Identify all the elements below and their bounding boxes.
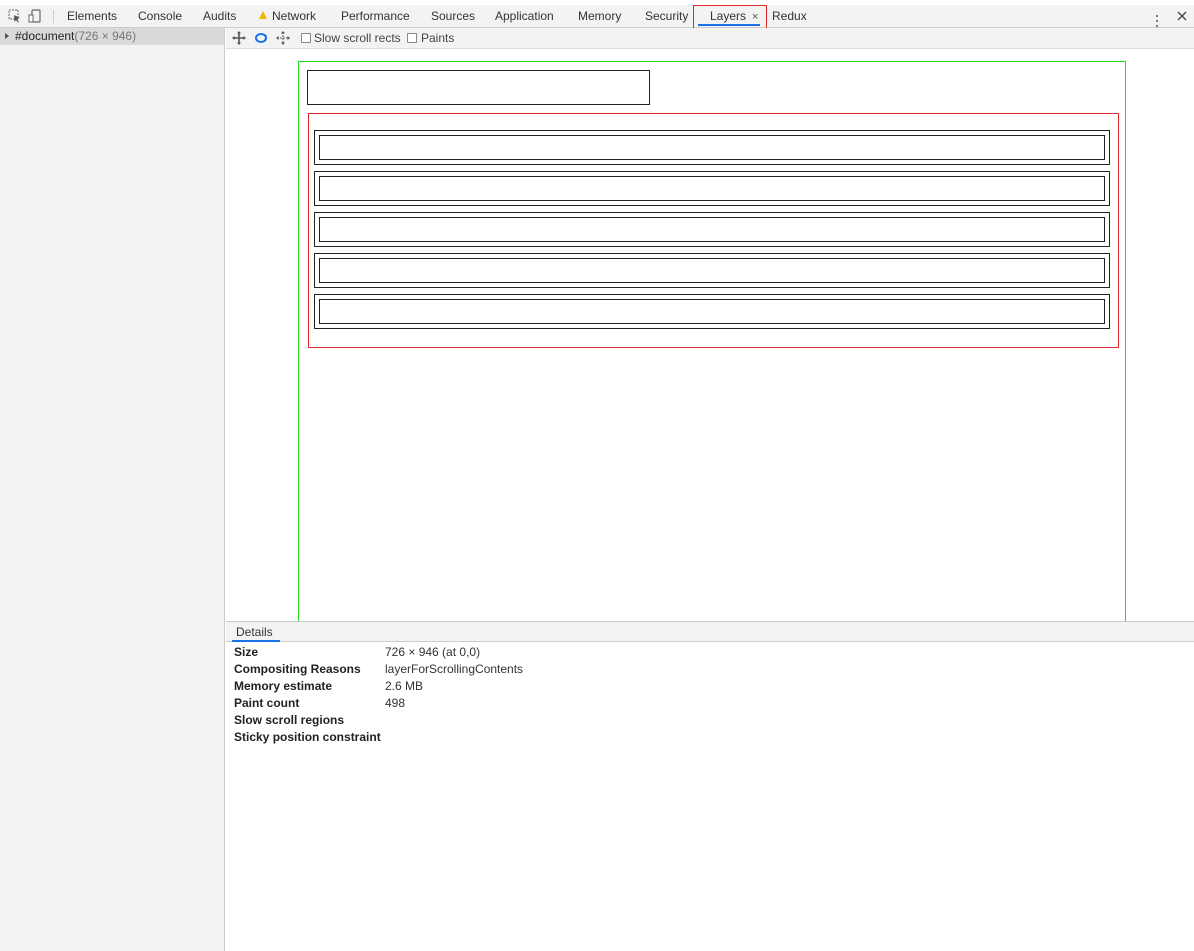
tree-node-document[interactable]: #document(726 × 946) xyxy=(0,28,224,45)
device-toolbar-icon[interactable] xyxy=(28,9,42,23)
paints-label: Paints xyxy=(421,31,455,45)
layer-row-inner xyxy=(319,176,1105,201)
paints-checkbox[interactable] xyxy=(407,33,417,43)
close-icon[interactable] xyxy=(1177,11,1187,21)
tab-network[interactable]: Network xyxy=(259,5,316,27)
tab-elements[interactable]: Elements xyxy=(67,5,117,27)
layer-row[interactable] xyxy=(314,171,1110,206)
tab-application[interactable]: Application xyxy=(495,5,554,27)
reset-transform-icon[interactable] xyxy=(276,31,290,45)
expand-arrow-icon[interactable] xyxy=(5,33,9,39)
slow-scroll-rects-label: Slow scroll rects xyxy=(314,31,401,45)
inspect-element-icon[interactable] xyxy=(8,9,22,23)
layer-input-box[interactable] xyxy=(307,70,650,105)
layer-row[interactable] xyxy=(314,253,1110,288)
pan-mode-icon[interactable] xyxy=(232,31,246,45)
layer-row-inner xyxy=(319,258,1105,283)
details-header: Details xyxy=(226,621,1194,642)
details-key: Compositing Reasons xyxy=(234,662,361,676)
details-key: Memory estimate xyxy=(234,679,333,693)
rotate-mode-icon[interactable] xyxy=(254,31,268,45)
tab-console[interactable]: Console xyxy=(138,5,182,27)
details-key: Slow scroll regions xyxy=(234,713,345,727)
active-tab-underline xyxy=(698,24,760,26)
details-value: layerForScrollingContents xyxy=(385,662,524,676)
tab-redux[interactable]: Redux xyxy=(772,5,807,27)
layers-3d-viewport[interactable] xyxy=(226,49,1194,621)
details-value: 498 xyxy=(385,696,406,710)
details-body: Size 726 × 946 (at 0,0) Compositing Reas… xyxy=(226,642,1194,951)
details-key: Sticky position constraint xyxy=(234,730,381,744)
layer-row-inner xyxy=(319,135,1105,160)
details-value: 2.6 MB xyxy=(385,679,424,693)
tree-node-dims: (726 × 946) xyxy=(74,29,137,43)
toolbar-divider xyxy=(53,10,54,23)
details-value: 726 × 946 (at 0,0) xyxy=(385,645,481,659)
warning-icon xyxy=(259,11,267,19)
layer-row-inner xyxy=(319,299,1105,324)
more-vert-icon[interactable] xyxy=(1155,15,1159,28)
devtools-tab-bar: Elements Console Audits Network Performa… xyxy=(0,5,1194,32)
details-key: Paint count xyxy=(234,696,300,710)
details-key: Size xyxy=(234,645,259,659)
tab-sources[interactable]: Sources xyxy=(431,5,475,27)
tab-details[interactable]: Details xyxy=(236,625,273,639)
layer-row[interactable] xyxy=(314,294,1110,329)
tab-security[interactable]: Security xyxy=(645,5,688,27)
layer-row[interactable] xyxy=(314,130,1110,165)
tab-performance[interactable]: Performance xyxy=(341,5,410,27)
tab-audits[interactable]: Audits xyxy=(203,5,236,27)
layer-row-inner xyxy=(319,217,1105,242)
tab-memory[interactable]: Memory xyxy=(578,5,621,27)
tree-node-label: #document xyxy=(15,29,75,43)
tab-close-icon[interactable]: × xyxy=(752,11,758,23)
slow-scroll-rects-checkbox[interactable] xyxy=(301,33,311,43)
layer-row[interactable] xyxy=(314,212,1110,247)
layer-tree-panel: #document(726 × 946) xyxy=(0,28,225,951)
layers-toolbar: Slow scroll rects Paints xyxy=(226,28,1194,49)
